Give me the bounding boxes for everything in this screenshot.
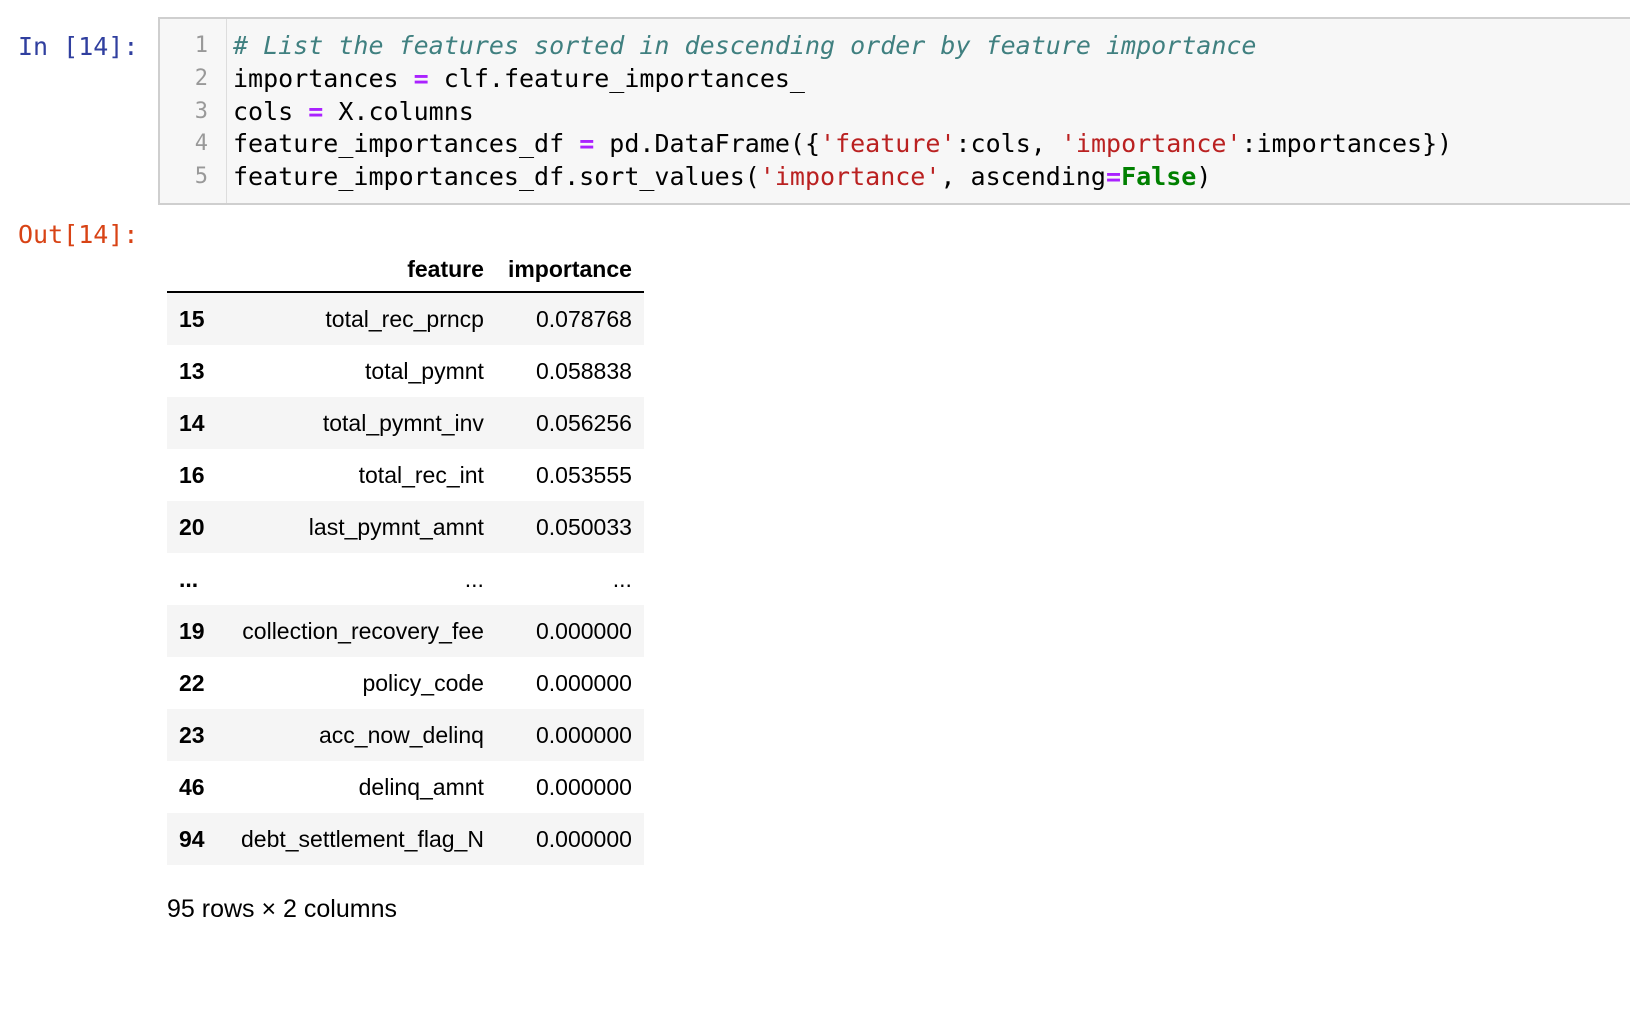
line-number-gutter: 1 2 3 4 5 bbox=[160, 19, 227, 203]
code-text: clf.feature_importances_ bbox=[428, 64, 805, 93]
feature-cell: collection_recovery_fee bbox=[242, 617, 484, 644]
importance-cell: 0.078768 bbox=[535, 305, 632, 332]
row-index: 94 bbox=[179, 825, 205, 852]
table-row: 23 acc_now_delinq 0.000000 bbox=[167, 709, 644, 761]
table-row: 22 policy_code 0.000000 bbox=[167, 657, 644, 709]
row-index: ... bbox=[179, 565, 199, 592]
importance-cell: 0.000000 bbox=[535, 773, 632, 800]
importance-cell: ... bbox=[612, 565, 632, 592]
code-line-2: importances = clf.feature_importances_ bbox=[233, 64, 805, 94]
table-row: 15 total_rec_prncp 0.078768 bbox=[167, 292, 644, 345]
table-header-row: feature importance bbox=[167, 247, 644, 293]
row-index: 13 bbox=[179, 357, 205, 384]
column-header-index bbox=[167, 247, 229, 293]
code-string: 'importance' bbox=[759, 162, 941, 191]
code-string: 'feature' bbox=[820, 129, 956, 158]
importance-cell: 0.000000 bbox=[535, 721, 632, 748]
code-operator: = bbox=[308, 97, 324, 126]
code-text: :importances}) bbox=[1241, 129, 1453, 158]
table-row: 14 total_pymnt_inv 0.056256 bbox=[167, 397, 644, 449]
row-index: 15 bbox=[179, 305, 205, 332]
feature-cell: total_pymnt_inv bbox=[322, 409, 484, 436]
row-index: 14 bbox=[179, 409, 205, 436]
importance-cell: 0.000000 bbox=[535, 617, 632, 644]
feature-cell: total_rec_int bbox=[358, 461, 484, 488]
feature-cell: total_pymnt bbox=[365, 357, 484, 384]
table-row-ellipsis: ... ... ... bbox=[167, 553, 644, 605]
code-text: feature_importances_df bbox=[233, 129, 580, 158]
importance-cell: 0.000000 bbox=[535, 825, 632, 852]
line-number: 3 bbox=[194, 99, 208, 124]
code-line-1: # List the features sorted in descending… bbox=[233, 31, 1257, 61]
row-index: 46 bbox=[179, 773, 205, 800]
importance-cell: 0.050033 bbox=[535, 513, 632, 540]
dataframe-shape-caption: 95 rows × 2 columns bbox=[167, 895, 397, 923]
row-index: 20 bbox=[179, 513, 205, 540]
importance-cell: 0.053555 bbox=[535, 461, 632, 488]
input-prompt: In [14]: bbox=[18, 32, 139, 61]
line-number: 1 bbox=[194, 33, 208, 58]
feature-cell: delinq_amnt bbox=[358, 773, 484, 800]
table-row: 94 debt_settlement_flag_N 0.000000 bbox=[167, 813, 644, 865]
row-index: 23 bbox=[179, 721, 205, 748]
feature-cell: debt_settlement_flag_N bbox=[241, 825, 484, 852]
column-header-feature: feature bbox=[229, 247, 496, 293]
table-row: 19 collection_recovery_fee 0.000000 bbox=[167, 605, 644, 657]
table-row: 13 total_pymnt 0.058838 bbox=[167, 345, 644, 397]
code-cell-editor[interactable]: 1 2 3 4 5 # List the features sorted in … bbox=[158, 17, 1630, 205]
code-keyword: False bbox=[1121, 162, 1197, 191]
output-prompt: Out[14]: bbox=[18, 220, 139, 249]
code-line-4: feature_importances_df = pd.DataFrame({'… bbox=[233, 129, 1452, 159]
feature-cell: last_pymnt_amnt bbox=[308, 513, 484, 540]
importance-cell: 0.058838 bbox=[535, 357, 632, 384]
line-number: 4 bbox=[194, 131, 208, 156]
table-row: 16 total_rec_int 0.053555 bbox=[167, 449, 644, 501]
feature-cell: ... bbox=[464, 565, 484, 592]
code-operator: = bbox=[1106, 162, 1122, 191]
importance-cell: 0.056256 bbox=[535, 409, 632, 436]
code-text: :cols, bbox=[955, 129, 1061, 158]
code-text: ) bbox=[1196, 162, 1212, 191]
table-row: 20 last_pymnt_amnt 0.050033 bbox=[167, 501, 644, 553]
importance-cell: 0.000000 bbox=[535, 669, 632, 696]
line-number: 5 bbox=[194, 164, 208, 189]
line-number: 2 bbox=[194, 66, 208, 91]
row-index: 16 bbox=[179, 461, 205, 488]
feature-cell: acc_now_delinq bbox=[318, 721, 484, 748]
code-operator: = bbox=[413, 64, 429, 93]
code-text: , ascending bbox=[940, 162, 1106, 191]
table-row: 46 delinq_amnt 0.000000 bbox=[167, 761, 644, 813]
code-text: feature_importances_df.sort_values( bbox=[233, 162, 760, 191]
code-operator: = bbox=[579, 129, 595, 158]
code-line-5: feature_importances_df.sort_values('impo… bbox=[233, 162, 1211, 192]
code-line-3: cols = X.columns bbox=[233, 97, 474, 127]
code-text: cols bbox=[233, 97, 309, 126]
feature-cell: policy_code bbox=[362, 669, 484, 696]
dataframe-table: feature importance 15 total_rec_prncp 0.… bbox=[167, 247, 644, 865]
code-string: 'importance' bbox=[1060, 129, 1242, 158]
code-comment: # List the features sorted in descending… bbox=[233, 31, 1257, 60]
code-text: X.columns bbox=[323, 97, 474, 126]
feature-cell: total_rec_prncp bbox=[325, 305, 484, 332]
column-header-importance: importance bbox=[495, 247, 644, 293]
row-index: 19 bbox=[179, 617, 205, 644]
row-index: 22 bbox=[179, 669, 205, 696]
code-text: importances bbox=[233, 64, 414, 93]
code-text: pd.DataFrame({ bbox=[594, 129, 821, 158]
